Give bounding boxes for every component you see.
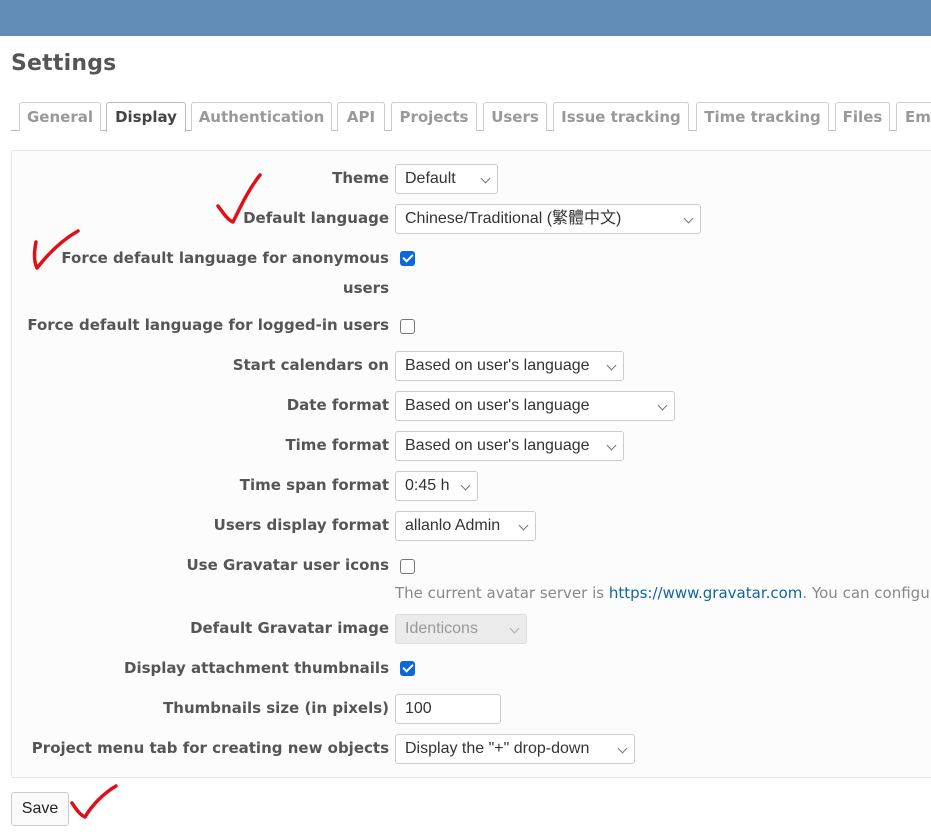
- time-format-select[interactable]: Based on user's language: [395, 431, 624, 461]
- tab-display[interactable]: Display: [106, 102, 186, 132]
- force-lang-anonymous-checkbox[interactable]: [400, 251, 415, 266]
- time-span-format-label: Time span format: [239, 476, 389, 494]
- gravatar-note-suffix: . You can configu: [802, 584, 930, 602]
- force-lang-logged-in-checkbox[interactable]: [400, 319, 415, 334]
- default-gravatar-image-value: Identicons: [405, 620, 478, 637]
- project-menu-tab-select[interactable]: Display the "+" drop-down: [395, 734, 635, 764]
- tab-general[interactable]: General: [19, 102, 101, 131]
- tab-api[interactable]: API: [337, 102, 385, 131]
- users-display-format-label: Users display format: [213, 516, 389, 534]
- tab-projects[interactable]: Projects: [391, 102, 477, 131]
- chevron-down-icon: [518, 520, 529, 531]
- chevron-down-icon: [606, 360, 617, 371]
- tab-authentication[interactable]: Authentication: [191, 102, 332, 131]
- page-title: Settings: [11, 51, 117, 76]
- force-lang-anonymous-label: Force default language for anonymous: [61, 249, 389, 267]
- chevron-down-icon: [617, 743, 628, 754]
- annotation-checkmark-icon: [70, 784, 118, 819]
- default-gravatar-image-select: Identicons: [395, 614, 527, 644]
- annotation-checkmark-icon: [32, 229, 80, 270]
- theme-label: Theme: [332, 169, 389, 187]
- chevron-down-icon: [480, 173, 491, 184]
- chevron-down-icon: [509, 623, 520, 634]
- time-format-label: Time format: [285, 436, 389, 454]
- gravatar-note-prefix: The current avatar server is: [395, 584, 609, 602]
- default-gravatar-image-label: Default Gravatar image: [190, 619, 389, 637]
- force-lang-logged-in-label: Force default language for logged-in use…: [27, 316, 389, 334]
- default-language-select[interactable]: Chinese/Traditional (繁體中文): [395, 204, 701, 234]
- top-header-bar: [0, 0, 931, 36]
- theme-select-value: Default: [405, 170, 456, 187]
- time-span-format-select[interactable]: 0:45 h: [395, 471, 478, 501]
- use-gravatar-label: Use Gravatar user icons: [186, 556, 390, 574]
- thumbnails-size-label: Thumbnails size (in pixels): [163, 699, 389, 717]
- project-menu-tab-label: Project menu tab for creating new object…: [31, 739, 389, 757]
- thumbnails-size-input[interactable]: 100: [395, 694, 501, 724]
- users-display-format-select[interactable]: allanlo Admin: [395, 511, 536, 541]
- start-calendars-label: Start calendars on: [232, 356, 389, 374]
- chevron-down-icon: [657, 400, 668, 411]
- theme-select[interactable]: Default: [395, 164, 498, 194]
- force-lang-anonymous-label-cont: users: [342, 279, 389, 297]
- tab-issue-tracking[interactable]: Issue tracking: [553, 102, 689, 131]
- display-thumbnails-checkbox[interactable]: [400, 661, 415, 676]
- date-format-select[interactable]: Based on user's language: [395, 391, 675, 421]
- date-format-value: Based on user's language: [405, 397, 590, 414]
- gravatar-server-link[interactable]: https://www.gravatar.com: [609, 584, 803, 602]
- annotation-checkmark-icon: [216, 173, 262, 224]
- users-display-format-value: allanlo Admin: [405, 517, 501, 534]
- tab-users[interactable]: Users: [483, 102, 547, 131]
- project-menu-tab-value: Display the "+" drop-down: [405, 740, 590, 757]
- tab-time-tracking[interactable]: Time tracking: [696, 102, 829, 131]
- default-language-value: Chinese/Traditional (繁體中文): [405, 210, 622, 227]
- time-format-value: Based on user's language: [405, 437, 590, 454]
- chevron-down-icon: [460, 480, 471, 491]
- default-language-label: Default language: [243, 209, 389, 227]
- date-format-label: Date format: [286, 396, 389, 414]
- chevron-down-icon: [606, 440, 617, 451]
- tab-files[interactable]: Files: [835, 102, 890, 131]
- save-button[interactable]: Save: [11, 792, 69, 826]
- start-calendars-select[interactable]: Based on user's language: [395, 351, 624, 381]
- display-thumbnails-label: Display attachment thumbnails: [124, 659, 389, 677]
- start-calendars-value: Based on user's language: [405, 357, 590, 374]
- time-span-format-value: 0:45 h: [405, 477, 450, 494]
- tab-email[interactable]: Em: [896, 102, 931, 131]
- chevron-down-icon: [683, 213, 694, 224]
- use-gravatar-checkbox[interactable]: [400, 559, 415, 574]
- gravatar-server-note: The current avatar server is https://www…: [395, 584, 930, 602]
